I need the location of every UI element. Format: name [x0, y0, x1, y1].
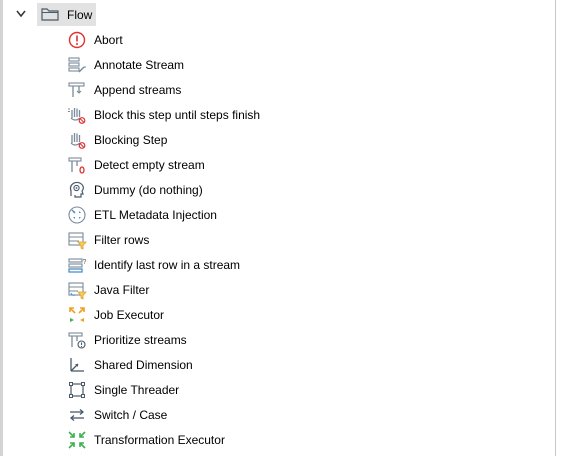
tree-item-filter-rows[interactable]: Filter rows	[64, 227, 544, 252]
single-threader-icon	[69, 382, 85, 398]
switch-case-icon	[69, 409, 85, 421]
folder-icon	[41, 8, 59, 21]
category-label: Flow	[67, 8, 93, 22]
append-streams-icon	[68, 82, 85, 97]
tree-item-abort[interactable]: Abort	[64, 27, 544, 52]
detect-empty-stream-icon	[68, 157, 85, 174]
tree-item-java-filter[interactable]: Java Filter	[64, 277, 544, 302]
tree-category-flow[interactable]: Flow	[0, 2, 555, 26]
tree-item-single-threader[interactable]: Single Threader	[64, 377, 544, 402]
blocking-step-icon	[70, 133, 86, 149]
right-panel-edge	[556, 0, 573, 456]
item-label: ETL Metadata Injection	[94, 208, 217, 222]
java-filter-icon	[68, 282, 87, 300]
transformation-executor-icon	[68, 431, 86, 449]
identify-last-row-icon: ?	[68, 258, 87, 273]
block-until-steps-finish-icon	[68, 108, 86, 124]
tree-item-append-streams[interactable]: Append streams	[64, 77, 544, 102]
chevron-down-icon[interactable]	[14, 8, 28, 20]
item-label: Shared Dimension	[94, 358, 193, 372]
tree-item-shared-dimension[interactable]: Shared Dimension	[64, 352, 544, 377]
dummy-icon	[69, 181, 84, 198]
item-label: Abort	[94, 33, 123, 47]
item-label: Job Executor	[94, 308, 165, 322]
filter-rows-icon	[68, 232, 87, 250]
item-label: Switch / Case	[94, 408, 168, 422]
tree-item-etl-metadata-injection[interactable]: ETL Metadata Injection	[64, 202, 544, 227]
tree-item-annotate-stream[interactable]: Annotate Stream	[64, 52, 544, 77]
tree-item-dummy[interactable]: Dummy (do nothing)	[64, 177, 544, 202]
item-label: Transformation Executor	[94, 433, 225, 447]
annotate-stream-icon	[68, 57, 86, 73]
tree-item-prioritize-streams[interactable]: Prioritize streams	[64, 327, 544, 352]
item-label: Detect empty stream	[94, 158, 205, 172]
shared-dimension-icon	[70, 358, 84, 372]
item-label: Blocking Step	[94, 133, 168, 147]
tree-item-switch-case[interactable]: Switch / Case	[64, 402, 544, 427]
abort-icon	[68, 31, 86, 49]
item-label: Annotate Stream	[94, 58, 185, 72]
item-label: Block this step until steps finish	[94, 108, 261, 122]
prioritize-streams-icon	[68, 332, 86, 349]
item-label: Filter rows	[94, 233, 150, 247]
tree-item-detect-empty-stream[interactable]: Detect empty stream	[64, 152, 544, 177]
tree-item-job-executor[interactable]: Job Executor	[64, 302, 544, 327]
item-label: Prioritize streams	[94, 333, 187, 347]
steps-tree: Flow Abort Annotate Stream Append stream…	[0, 0, 555, 456]
svg-text:?: ?	[83, 259, 87, 266]
item-label: Single Threader	[94, 383, 180, 397]
tree-item-blocking-step[interactable]: Blocking Step	[64, 127, 544, 152]
item-label: Dummy (do nothing)	[94, 183, 203, 197]
etl-metadata-injection-icon	[68, 206, 86, 224]
tree-item-transformation-executor[interactable]: Transformation Executor	[64, 427, 544, 452]
job-executor-icon	[69, 307, 85, 322]
tree-item-block-until-steps-finish[interactable]: Block this step until steps finish	[64, 102, 544, 127]
item-label: Append streams	[94, 83, 182, 97]
tree-item-identify-last-row[interactable]: ? Identify last row in a stream	[64, 252, 544, 277]
item-label: Java Filter	[94, 283, 150, 297]
item-label: Identify last row in a stream	[94, 258, 241, 272]
